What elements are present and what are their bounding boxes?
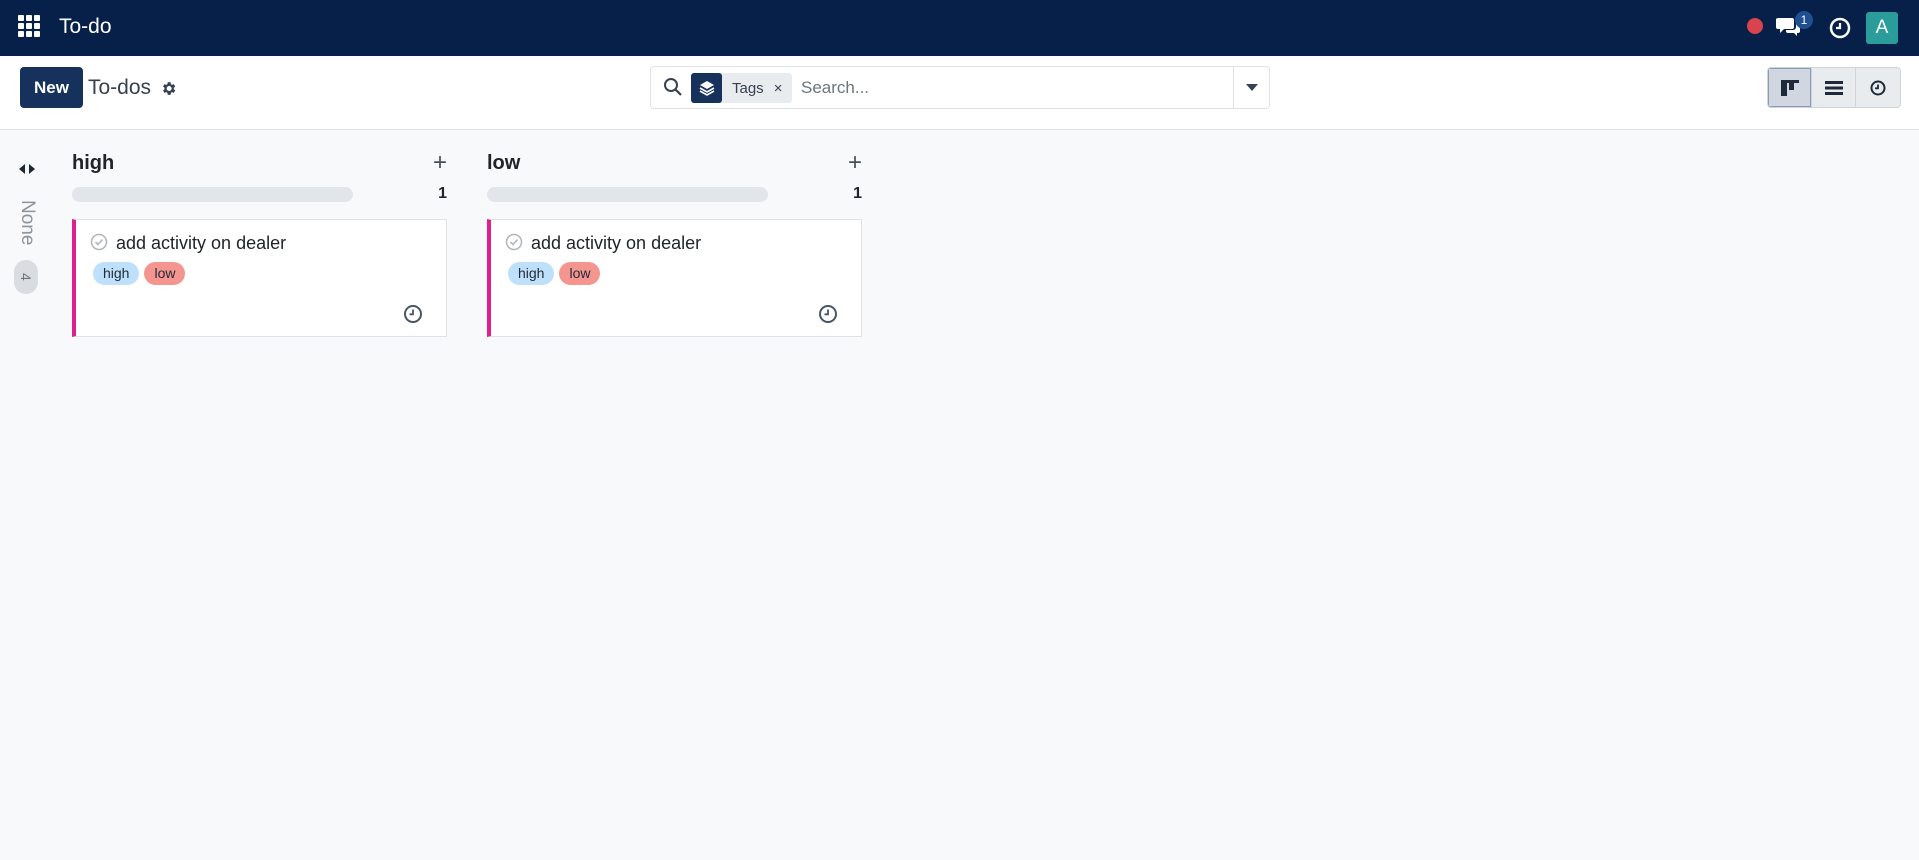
list-icon bbox=[1824, 80, 1843, 95]
view-switcher bbox=[1767, 67, 1901, 108]
column-count: 1 bbox=[438, 185, 447, 202]
status-indicator-icon[interactable] bbox=[1747, 18, 1763, 34]
control-panel: New To-dos Tags × bbox=[0, 56, 1919, 130]
quick-create-icon[interactable]: + bbox=[433, 151, 447, 175]
column-title: high bbox=[72, 152, 115, 174]
gear-icon[interactable] bbox=[160, 80, 177, 97]
app-menu-icon[interactable] bbox=[18, 15, 42, 39]
kanban-card[interactable]: add activity on dealer high low bbox=[487, 219, 862, 337]
done-check-icon[interactable] bbox=[505, 233, 523, 251]
column-progress-bar[interactable] bbox=[72, 187, 353, 202]
new-button[interactable]: New bbox=[20, 67, 83, 108]
card-tags: high low bbox=[508, 262, 601, 285]
quick-create-icon[interactable]: + bbox=[848, 151, 862, 175]
column-title: low bbox=[487, 152, 521, 174]
tag-low: low bbox=[559, 262, 601, 285]
activity-icon bbox=[1870, 80, 1886, 95]
layers-icon bbox=[691, 73, 722, 103]
top-navbar: To-do 1 A bbox=[0, 0, 1919, 56]
search-bar: Tags × bbox=[650, 66, 1270, 109]
card-title: add activity on dealer bbox=[531, 233, 702, 253]
column-count: 1 bbox=[853, 185, 862, 202]
search-input[interactable] bbox=[801, 75, 1211, 101]
page-title: To-dos bbox=[88, 76, 152, 99]
tag-high: high bbox=[508, 262, 555, 285]
tag-high: high bbox=[93, 262, 140, 285]
kanban-card[interactable]: add activity on dealer high low bbox=[72, 219, 447, 337]
search-options-toggle[interactable] bbox=[1233, 67, 1269, 108]
folded-column-label: None bbox=[17, 200, 38, 246]
app-title[interactable]: To-do bbox=[59, 15, 112, 39]
folded-column-count: 4 bbox=[14, 260, 38, 294]
kanban-view-button[interactable] bbox=[1768, 68, 1812, 107]
activity-clock-icon[interactable] bbox=[1829, 17, 1851, 39]
tag-low: low bbox=[144, 262, 186, 285]
search-facet: Tags × bbox=[691, 73, 793, 103]
kanban-icon bbox=[1780, 79, 1799, 96]
facet-label: Tags bbox=[732, 79, 764, 97]
activity-clock-icon[interactable] bbox=[403, 304, 423, 324]
chat-badge: 1 bbox=[1795, 11, 1813, 29]
column-progress-bar[interactable] bbox=[487, 187, 768, 202]
user-avatar[interactable]: A bbox=[1866, 12, 1898, 44]
search-icon[interactable] bbox=[663, 77, 683, 97]
list-view-button[interactable] bbox=[1812, 68, 1856, 107]
card-title: add activity on dealer bbox=[116, 233, 287, 253]
done-check-icon[interactable] bbox=[90, 233, 108, 251]
activity-clock-icon[interactable] bbox=[818, 304, 838, 324]
activity-view-button[interactable] bbox=[1856, 68, 1900, 107]
caret-down-icon bbox=[1245, 84, 1258, 91]
card-tags: high low bbox=[93, 262, 186, 285]
fold-arrows-icon[interactable] bbox=[18, 163, 36, 175]
facet-remove-icon[interactable]: × bbox=[774, 80, 793, 97]
